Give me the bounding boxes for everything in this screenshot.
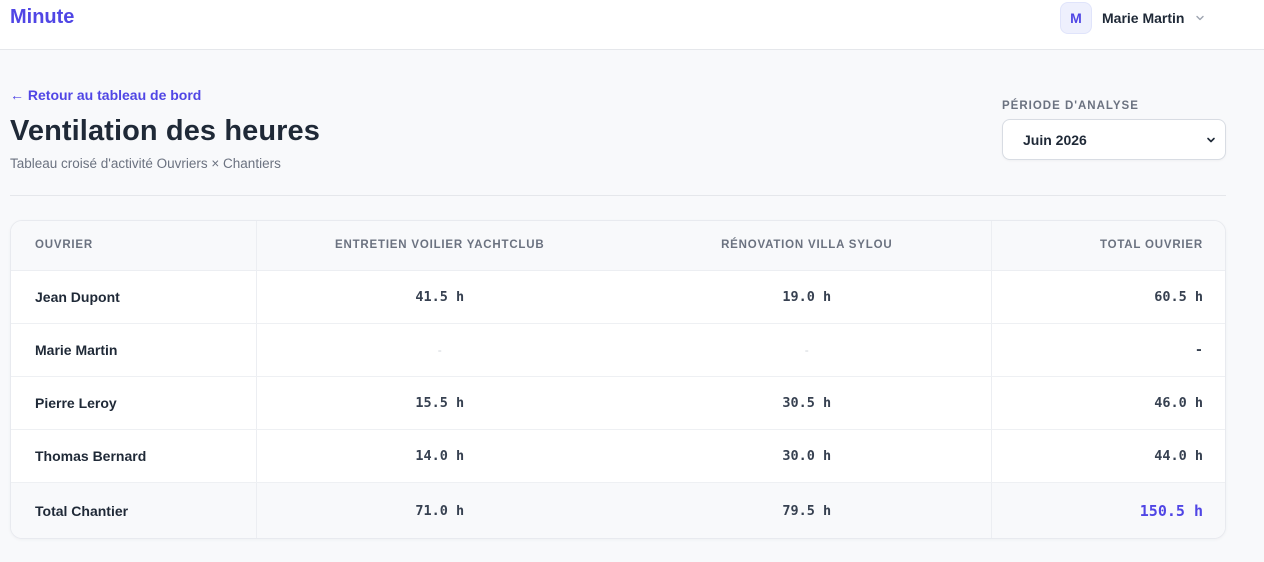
header-divider	[10, 195, 1226, 196]
hours-cell: 19.0 h	[623, 270, 991, 324]
column-header-site: Rénovation Villa Sylou	[623, 221, 991, 271]
worker-total-cell: 46.0 h	[990, 376, 1225, 430]
table-row: Jean Dupont 41.5 h 19.0 h 60.5 h	[11, 270, 1225, 324]
hours-cell: -	[623, 323, 991, 377]
column-header-worker: Ouvrier	[11, 221, 257, 271]
hours-cell: 41.5 h	[256, 270, 623, 324]
period-select[interactable]: Juin 2026	[1002, 119, 1226, 160]
avatar: M	[1060, 2, 1092, 34]
user-name: Marie Martin	[1102, 10, 1185, 26]
top-bar: Minute M Marie Martin	[0, 0, 1264, 50]
table-row: Pierre Leroy 15.5 h 30.5 h 46.0 h	[11, 376, 1225, 430]
hours-cell: 30.5 h	[623, 376, 991, 430]
table-row: Marie Martin - - -	[11, 323, 1225, 377]
hours-breakdown-table: Ouvrier Entretien Voilier YachtClub Réno…	[11, 221, 1225, 538]
site-total-cell: 71.0 h	[256, 482, 623, 538]
user-menu[interactable]: M Marie Martin	[1060, 2, 1206, 34]
worker-name: Pierre Leroy	[11, 376, 257, 430]
page-title: Ventilation des heures	[10, 115, 321, 147]
period-selected-value: Juin 2026	[1023, 131, 1087, 148]
brand-logo[interactable]: Minute	[10, 6, 74, 29]
grand-total-cell: 150.5 h	[990, 482, 1225, 538]
column-header-total: Total Ouvrier	[990, 221, 1225, 271]
hours-cell: -	[256, 323, 623, 377]
table-header-row: Ouvrier Entretien Voilier YachtClub Réno…	[11, 221, 1225, 271]
worker-total-cell: -	[990, 323, 1225, 377]
table-footer-row: Total Chantier 71.0 h 79.5 h 150.5 h	[11, 482, 1225, 538]
site-total-label: Total Chantier	[11, 482, 257, 538]
site-total-cell: 79.5 h	[623, 482, 991, 538]
chevron-down-icon	[1196, 15, 1205, 21]
table-row: Thomas Bernard 14.0 h 30.0 h 44.0 h	[11, 429, 1225, 483]
chevron-down-icon	[1207, 137, 1215, 143]
back-to-dashboard-link[interactable]: ← Retour au tableau de bord	[10, 87, 201, 103]
page-subtitle: Tableau croisé d'activité Ouvriers × Cha…	[10, 156, 281, 171]
period-label: Période d'analyse	[1002, 100, 1139, 112]
hours-breakdown-card: Ouvrier Entretien Voilier YachtClub Réno…	[10, 220, 1226, 539]
hours-cell: 15.5 h	[256, 376, 623, 430]
worker-name: Thomas Bernard	[11, 429, 257, 483]
worker-name: Jean Dupont	[11, 270, 257, 324]
column-header-site: Entretien Voilier YachtClub	[256, 221, 623, 271]
worker-total-cell: 44.0 h	[990, 429, 1225, 483]
hours-cell: 14.0 h	[256, 429, 623, 483]
worker-total-cell: 60.5 h	[990, 270, 1225, 324]
hours-cell: 30.0 h	[623, 429, 991, 483]
worker-name: Marie Martin	[11, 323, 257, 377]
